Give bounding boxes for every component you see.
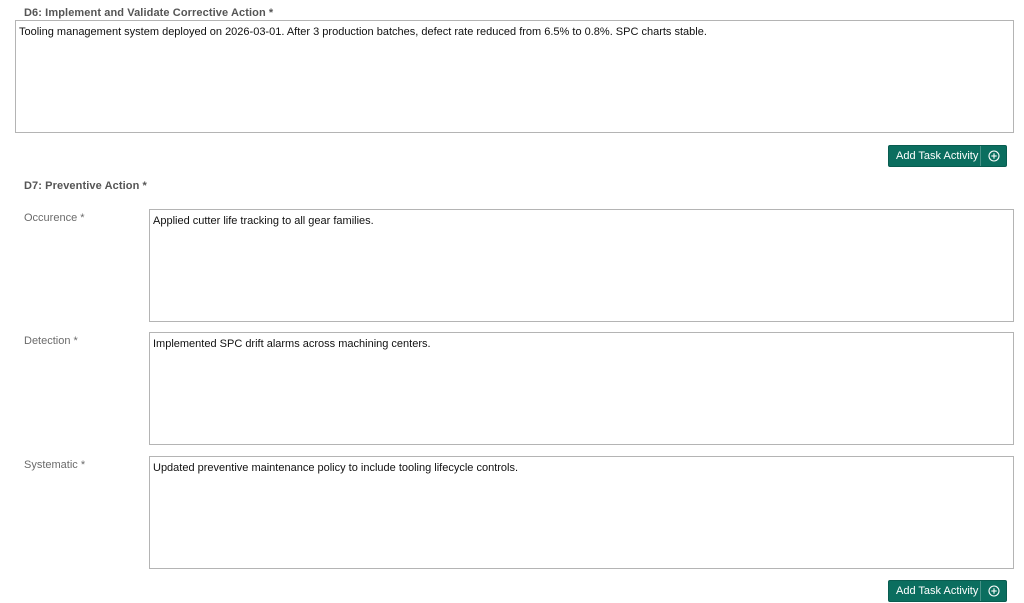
systematic-label: Systematic * [24,459,86,471]
plus-circle-icon [980,581,1006,601]
occurence-textarea[interactable]: Applied cutter life tracking to all gear… [149,209,1014,322]
d6-corrective-action-textarea[interactable]: Tooling management system deployed on 20… [15,20,1014,133]
d7-section-title: D7: Preventive Action * [24,180,147,192]
detection-label: Detection * [24,335,78,347]
systematic-textarea[interactable]: Updated preventive maintenance policy to… [149,456,1014,569]
d7-add-task-activity-button[interactable]: Add Task Activity [888,580,1007,602]
plus-circle-icon [980,146,1006,166]
detection-textarea[interactable]: Implemented SPC drift alarms across mach… [149,332,1014,445]
occurence-label: Occurence * [24,212,85,224]
add-task-activity-label: Add Task Activity [896,150,979,162]
d6-section-title: D6: Implement and Validate Corrective Ac… [24,7,274,19]
d6-add-task-activity-button[interactable]: Add Task Activity [888,145,1007,167]
add-task-activity-label: Add Task Activity [896,585,979,597]
